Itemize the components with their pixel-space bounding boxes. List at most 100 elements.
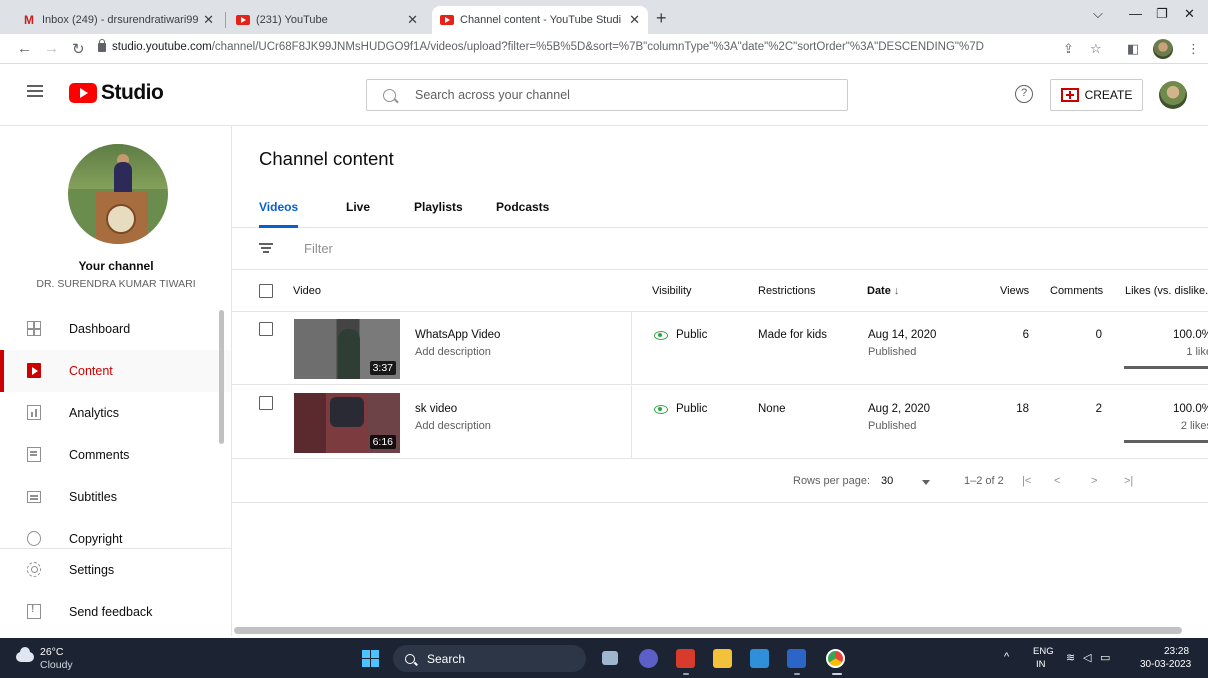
comments-value: 2 [1095, 403, 1102, 415]
close-tab-icon[interactable]: ✕ [629, 12, 640, 28]
minimize-icon[interactable]: — [1129, 6, 1142, 21]
video-duration: 6:16 [369, 435, 396, 449]
column-comments[interactable]: Comments [1050, 285, 1103, 297]
sidepanel-icon[interactable]: ◧ [1127, 41, 1139, 57]
tab-search-chevron-icon[interactable]: ⌵ [1093, 6, 1103, 22]
next-page-icon[interactable]: > [1091, 475, 1097, 487]
reload-icon[interactable]: ↻ [72, 40, 85, 58]
acrobat-icon[interactable] [676, 649, 695, 668]
select-all-checkbox[interactable] [259, 284, 273, 298]
tab-playlists[interactable]: Playlists [414, 200, 463, 225]
help-icon[interactable]: ? [1015, 85, 1033, 103]
active-indicator [832, 673, 842, 675]
tab-live[interactable]: Live [346, 200, 370, 225]
video-title[interactable]: sk video [415, 403, 457, 415]
clock-time[interactable]: 23:28 [1164, 646, 1189, 657]
store-icon[interactable] [750, 649, 769, 668]
weather-condition[interactable]: Cloudy [40, 659, 73, 671]
create-label: CREATE [1084, 88, 1133, 102]
tab-youtube[interactable]: (231) YouTube ✕ [228, 6, 426, 34]
file-explorer-icon[interactable] [713, 649, 732, 668]
menu-icon[interactable] [27, 85, 43, 97]
column-likes[interactable]: Likes (vs. dislike... [1125, 285, 1208, 297]
account-avatar[interactable] [1159, 81, 1187, 109]
visibility-cell[interactable]: Public [654, 329, 707, 341]
browser-profile-avatar[interactable] [1153, 39, 1173, 59]
close-tab-icon[interactable]: ✕ [407, 12, 418, 28]
language-code[interactable]: ENG [1033, 646, 1054, 657]
language-region[interactable]: IN [1036, 659, 1046, 670]
sidebar-item-dashboard[interactable]: Dashboard [0, 308, 231, 350]
row-checkbox[interactable] [259, 396, 273, 410]
sidebar-item-content[interactable]: Content [0, 350, 231, 392]
last-page-icon[interactable]: >| [1124, 475, 1133, 487]
sidebar-item-settings[interactable]: Settings [0, 549, 231, 591]
first-page-icon[interactable]: |< [1022, 475, 1031, 487]
word-icon[interactable] [787, 649, 806, 668]
prev-page-icon[interactable]: < [1054, 475, 1060, 487]
chrome-icon[interactable] [826, 649, 845, 668]
views-value: 18 [1016, 403, 1029, 415]
share-icon[interactable]: ⇪ [1063, 41, 1074, 57]
table-row[interactable]: 6:16 sk video Add description Public Non… [232, 386, 1208, 459]
close-tab-icon[interactable]: ✕ [203, 12, 214, 28]
dropdown-caret-icon[interactable] [922, 480, 930, 485]
sidebar-item-comments[interactable]: Comments [0, 434, 231, 476]
column-date[interactable]: Date ↓ [867, 285, 899, 297]
cloud-icon[interactable] [16, 647, 34, 662]
bookmark-star-icon[interactable]: ☆ [1090, 41, 1102, 57]
search-input[interactable]: Search across your channel [366, 79, 848, 111]
date-value: Aug 2, 2020 [868, 403, 931, 415]
tab-gmail-inbox[interactable]: M Inbox (249) - drsurendratiwari99 ✕ [14, 6, 222, 34]
row-checkbox[interactable] [259, 322, 273, 336]
column-video: Video [293, 285, 321, 297]
video-thumbnail[interactable]: 6:16 [294, 393, 400, 453]
wifi-icon[interactable]: ≋ [1066, 651, 1075, 664]
video-thumbnail[interactable]: 3:37 [294, 319, 400, 379]
new-tab-icon[interactable]: + [656, 8, 667, 29]
column-divider [631, 312, 632, 385]
teams-chat-icon[interactable] [639, 649, 658, 668]
studio-logo[interactable]: Studio [69, 81, 164, 105]
tab-videos[interactable]: Videos [259, 200, 299, 228]
table-row[interactable]: 3:37 WhatsApp Video Add description Publ… [232, 312, 1208, 385]
rows-per-page-select[interactable]: 30 [881, 475, 893, 487]
sidebar-item-analytics[interactable]: Analytics [0, 392, 231, 434]
restore-icon[interactable]: ❐ [1156, 6, 1168, 22]
visibility-value: Public [676, 403, 708, 415]
back-icon[interactable]: ← [17, 40, 32, 57]
volume-icon[interactable]: ◁ [1083, 651, 1091, 664]
windows-start-icon[interactable] [362, 650, 379, 667]
column-divider [631, 386, 632, 459]
column-visibility: Visibility [652, 285, 692, 297]
forward-icon[interactable]: → [44, 40, 59, 57]
filter-bar[interactable]: Filter [232, 228, 1208, 270]
video-description: Add description [415, 346, 491, 358]
battery-icon[interactable]: ▭ [1100, 651, 1110, 664]
clock-date[interactable]: 30-03-2023 [1140, 659, 1191, 670]
filter-input[interactable]: Filter [304, 241, 333, 256]
tab-channel-content[interactable]: Channel content - YouTube Studi ✕ [432, 6, 648, 34]
url-field[interactable]: studio.youtube.com/channel/UCr68F8JK99JN… [112, 41, 984, 53]
taskbar-search[interactable]: Search [393, 645, 586, 672]
channel-avatar[interactable] [68, 144, 168, 244]
your-channel-label: Your channel [78, 259, 154, 273]
video-title[interactable]: WhatsApp Video [415, 329, 500, 341]
close-window-icon[interactable]: ✕ [1184, 6, 1195, 22]
lock-icon[interactable] [98, 39, 106, 52]
sidebar-nav: Dashboard Content Analytics Comments Sub… [0, 308, 231, 560]
show-hidden-icons-icon[interactable]: ^ [1004, 651, 1009, 663]
tab-podcasts[interactable]: Podcasts [496, 200, 549, 225]
create-button[interactable]: CREATE [1050, 79, 1143, 111]
browser-menu-icon[interactable]: ⋮ [1187, 41, 1200, 57]
sidebar-item-subtitles[interactable]: Subtitles [0, 476, 231, 518]
task-view-icon[interactable] [602, 651, 618, 665]
date-value: Aug 14, 2020 [868, 329, 937, 341]
visibility-cell[interactable]: Public [654, 403, 707, 415]
sidebar-scrollbar[interactable] [219, 310, 224, 444]
column-views[interactable]: Views [1000, 285, 1029, 297]
sidebar-item-send-feedback[interactable]: Send feedback [0, 591, 231, 633]
weather-temperature[interactable]: 26°C [40, 646, 63, 658]
filter-icon[interactable] [259, 243, 273, 253]
horizontal-scrollbar[interactable] [234, 627, 1182, 634]
